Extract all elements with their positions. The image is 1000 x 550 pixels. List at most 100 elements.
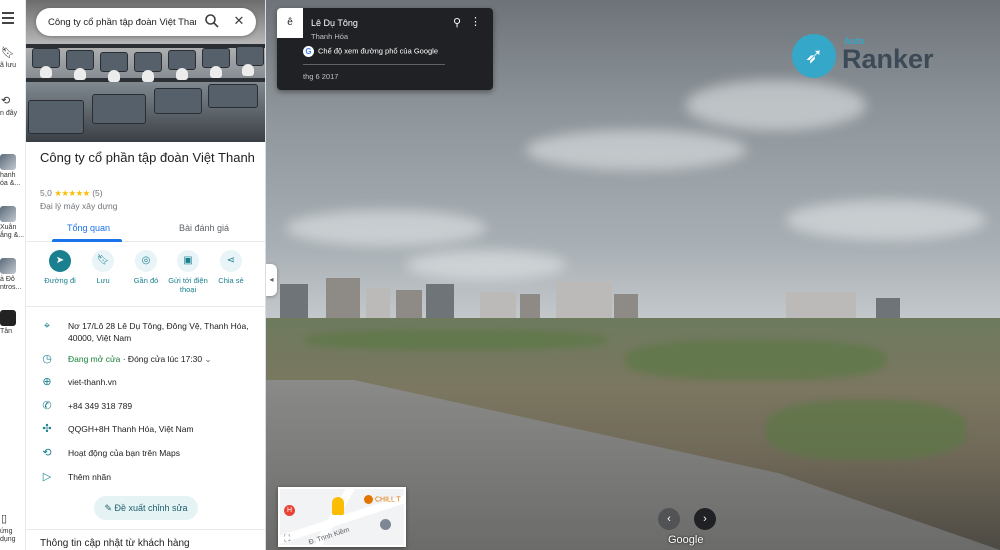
menu-icon[interactable] [2,12,22,26]
rail-recent-place-3[interactable]: à Đô ntros... [0,258,26,292]
rail-app-label: ứng dụng [0,528,16,543]
star-rating-icon: ★★★★★ [54,188,90,198]
bookmark-icon: 🔖︎ [92,250,114,272]
tab-overview[interactable]: Tổng quan [67,223,110,233]
share-button[interactable]: ⋖ Chia sẻ [208,250,254,285]
city-name: Thanh Hóa [311,32,349,41]
phone-icon: ▯ [1,513,8,525]
directions-icon: ➤ [49,250,71,272]
close-icon[interactable]: ✕ [232,14,246,28]
phone-icon: ✆ [42,400,52,412]
suggest-edit-button[interactable]: ✎ Đề xuất chỉnh sửa [94,496,198,520]
pegman-icon[interactable] [332,497,344,515]
caret-down-icon[interactable]: ▾ [294,10,298,19]
place-thumbnail [0,154,16,170]
add-label-text: Thêm nhãn [68,472,111,482]
place-marker-icon [380,519,391,530]
place-tabs: Tổng quan Bài đánh giá [26,216,265,242]
action-bar: ➤ Đường đi 🔖︎ Lưu ◎ Gần đó ▣ Gửi tới điệ… [26,250,265,302]
streetview-mode: G Chế độ xem đường phố của Google [303,46,438,57]
rail-place-label: à Đô ntros... [0,276,22,291]
collapse-panel-button[interactable]: ◂ [266,264,277,296]
rail-place-label: hanh óa &... [0,172,21,187]
location-pin-icon[interactable]: ⚲ [453,16,461,29]
label-icon: ▷ [42,471,52,483]
send-to-phone-button[interactable]: ▣ Gửi tới điện thoại [165,250,211,294]
rating-row[interactable]: 5,0 ★★★★★ (5) [40,188,103,199]
search-box: ✕ [36,8,256,36]
place-thumbnail [0,258,16,274]
share-label: Chia sẻ [218,276,244,285]
expand-icon[interactable]: ⛶ [284,533,290,544]
divider [303,64,445,65]
rocket-icon: ➶ [792,34,836,78]
divider [26,529,265,530]
rail-recent-place-1[interactable]: hanh óa &... [0,154,26,188]
google-watermark: Google [668,534,704,546]
review-count: (5) [92,188,103,198]
rail-place-label: Xuân ắng &... [0,224,25,239]
activity-text: Hoạt động của bạn trên Maps [68,448,180,458]
open-status: Đang mở cửa [68,354,121,364]
bookmark-icon: 🔖︎ [1,47,15,59]
place-category[interactable]: Đại lý máy xây dựng [40,201,118,211]
place-title: Công ty cổ phần tập đoàn Việt Thanh [40,150,255,165]
rail-get-app[interactable]: ▯ ứng dụng [0,512,26,544]
rail-recent[interactable]: ⟲ n đây [0,94,26,118]
info-list: ⌖ Nơ 17/Lô 28 Lê Dụ Tông, Đông Vệ, Thanh… [26,306,265,483]
save-button[interactable]: 🔖︎ Lưu [80,250,126,285]
rail-recent-place-2[interactable]: Xuân ắng &... [0,206,26,240]
capture-date[interactable]: thg 6 2017 [303,72,338,81]
cafe-icon [364,495,373,504]
street-view[interactable]: ê ▾ Lê Dụ Tông Thanh Hóa ⚲ ⋮ G Chế độ xem… [266,0,1000,550]
send-to-phone-label: Gửi tới điện thoại [168,276,208,294]
more-options-icon[interactable]: ⋮ [470,15,481,28]
share-icon: ⋖ [220,250,242,272]
place-panel: ✕ Công ty cổ phần tập đoàn Việt Thanh 5,… [26,0,266,550]
suggest-edit-label: Đề xuất chỉnh sửa [114,503,188,513]
location-pin-icon: ⌖ [43,320,51,332]
hours-detail: · Đóng cửa lúc 17:30 [120,354,203,364]
left-rail: 🔖︎ ã lưu ⟲ n đây hanh óa &... Xuân ắng &… [0,0,26,550]
brand-ranker: Ranker [842,44,934,74]
poi-name: CHILL T [375,496,401,504]
rail-recent-label: n đây [0,110,18,117]
rail-place-label: Tân [0,328,13,335]
hours-text: Đang mở cửa · Đóng cửa lúc 17:30 ⌄ [68,353,253,365]
search-icon[interactable] [204,13,220,29]
maps-screen: 🔖︎ ã lưu ⟲ n đây hanh óa &... Xuân ắng &… [0,0,1000,550]
mini-map[interactable]: H CHILL T Đ. Trịnh Kiềm ⛶ [278,487,406,547]
nearby-label: Gần đó [133,276,159,285]
street-name: Lê Dụ Tông [311,18,358,28]
globe-icon: ⊕ [42,376,52,388]
back-button[interactable]: ê [277,8,303,38]
send-to-phone-icon: ▣ [177,250,199,272]
nearby-icon: ◎ [135,250,157,272]
rail-recent-place-4[interactable]: Tân [0,310,26,336]
directions-button[interactable]: ➤ Đường đi [37,250,83,285]
next-arrow-button[interactable]: › [694,508,716,530]
updates-heading: Thông tin cập nhật từ khách hàng [40,538,190,549]
autoranker-logo: ➶ Auto Ranker [792,30,952,84]
history-icon: ⟲ [1,95,11,107]
place-thumbnail [0,310,16,326]
directions-label: Đường đi [44,276,76,285]
address-text: Nơ 17/Lô 28 Lê Dụ Tông, Đông Vệ, Thanh H… [68,321,249,343]
hospital-icon: H [284,505,295,516]
plus-code-text: QQGH+8H Thanh Hóa, Việt Nam [68,424,194,434]
save-label: Lưu [96,276,110,285]
tab-reviews[interactable]: Bài đánh giá [179,223,229,233]
pencil-icon: ✎ [104,503,115,513]
previous-arrow-button[interactable]: ‹ [658,508,680,530]
place-thumbnail [0,206,16,222]
history-icon: ⟲ [42,447,52,459]
phone-text: +84 349 318 789 [68,401,133,411]
chevron-down-icon[interactable]: ⌄ [202,354,212,364]
rail-saved[interactable]: 🔖︎ ã lưu [0,46,26,70]
search-input[interactable] [48,14,196,30]
nearby-button[interactable]: ◎ Gần đó [123,250,169,285]
clock-icon: ◷ [42,353,52,365]
website-text: viet-thanh.vn [68,377,117,387]
google-icon: G [303,46,314,57]
plus-code-icon: ✣ [42,423,52,435]
